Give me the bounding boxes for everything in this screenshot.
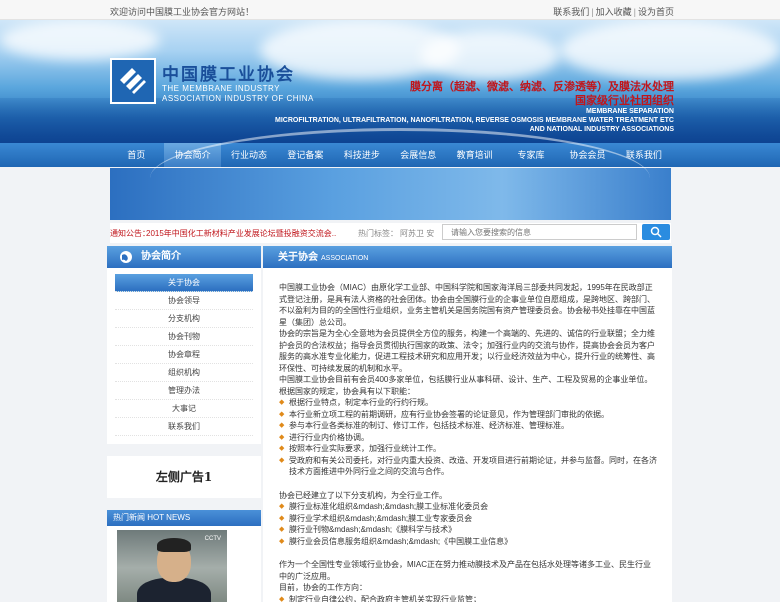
logo-title: 中国膜工业协会 bbox=[162, 65, 295, 85]
notice-label: 通知公告： bbox=[110, 229, 150, 238]
content-body: 中国膜工业协会（MIAC）由原化学工业部、中国科学院和国家海洋局三部委共同发起，… bbox=[263, 268, 672, 602]
list-item: 膜行业标准化组织&mdash;&mdash;膜工业标准化委员会 bbox=[279, 501, 658, 513]
set-homepage-link[interactable]: 设为首页 bbox=[638, 7, 674, 17]
paragraph: 目前，协会的工作方向： bbox=[279, 583, 367, 592]
sidebar-title: 协会简介 bbox=[141, 251, 181, 262]
paragraph: 协会的宗旨是为全心全意地为会员提供全方位的服务，构建一个高端的、先进的、诚信的行… bbox=[279, 329, 655, 373]
sidebar-menu: 关于协会 协会领导 分支机构 协会刊物 协会章程 组织机构 管理办法 大事记 联… bbox=[107, 268, 261, 444]
list-item: 根据行业特点，制定本行业的行约行规。 bbox=[279, 397, 658, 409]
logo-icon[interactable] bbox=[110, 58, 156, 104]
header-banner: 中国膜工业协会 THE MEMBRANE INDUSTRY ASSOCIATIO… bbox=[0, 20, 780, 143]
content-title: 关于协会 bbox=[278, 252, 318, 263]
logo-en-line2: ASSOCIATION INDUSTRY OF CHINA bbox=[162, 94, 314, 103]
welcome-text: 欢迎访问中国膜工业协会官方网站！ bbox=[110, 7, 255, 17]
sidebar-item-publications[interactable]: 协会刊物 bbox=[115, 328, 253, 346]
slogan-en-1: MEMBRANE SEPARATION bbox=[585, 108, 674, 115]
search-button[interactable] bbox=[642, 224, 670, 240]
sidebar-header: 协会简介 bbox=[107, 246, 261, 268]
list-item: 进行行业内价格协调。 bbox=[279, 432, 658, 444]
hot-news-header: 热门新闻 HOT NEWS bbox=[107, 510, 261, 526]
list-item: 膜行业刊物&mdash;&mdash;《膜科学与技术》 bbox=[279, 524, 658, 536]
logo-en-line1: THE MEMBRANE INDUSTRY bbox=[162, 84, 280, 93]
search-icon bbox=[650, 226, 662, 238]
paragraph: 作为一个全国性专业领域行业协会，MIAC正在努力推动膜技术及产品在包括水处理等诸… bbox=[279, 560, 651, 581]
top-links: 联系我们 | 加入收藏 | 设为首页 bbox=[553, 7, 674, 17]
contact-link[interactable]: 联系我们 bbox=[553, 7, 589, 17]
list-item: 本行业新立项工程的前期调研，应有行业协会签署的论证意见，作为管理部门审批的依据。 bbox=[279, 409, 658, 421]
paragraph: 中国膜工业协会（MIAC）由原化学工业部、中国科学院和国家海洋局三部委共同发起，… bbox=[279, 283, 655, 327]
hot-news-image[interactable]: CCTV bbox=[107, 526, 261, 602]
notice-search-bar: 通知公告： 2015年中国化工新材料产业发展论坛暨投融资交流会... 热门标签：… bbox=[110, 223, 671, 243]
sub-banner bbox=[110, 128, 671, 220]
sidebar-item-events[interactable]: 大事记 bbox=[115, 400, 253, 418]
hot-tags-label: 热门标签： bbox=[358, 229, 398, 238]
notice-link[interactable]: 2015年中国化工新材料产业发展论坛暨投融资交流会... bbox=[146, 228, 336, 239]
content-subtitle: ASSOCIATION bbox=[321, 255, 369, 262]
slogan-en-2: MICROFILTRATION, ULTRAFILTRATION, NANOFI… bbox=[275, 117, 674, 124]
search-input[interactable] bbox=[442, 224, 637, 240]
nav-home[interactable]: 首页 bbox=[108, 143, 164, 167]
sidebar-item-organization[interactable]: 组织机构 bbox=[115, 364, 253, 382]
left-ad[interactable]: 左侧广告1 bbox=[107, 456, 261, 498]
list-item: 按照本行业实际要求，加强行业统计工作。 bbox=[279, 443, 658, 455]
add-favorite-link[interactable]: 加入收藏 bbox=[596, 7, 632, 17]
hot-tags[interactable]: 阿苏卫 安 bbox=[400, 228, 434, 239]
paragraph: 协会已经建立了以下分支机构，为全行业工作。 bbox=[279, 490, 447, 500]
sidebar-item-regulations[interactable]: 管理办法 bbox=[115, 382, 253, 400]
list-item: 参与本行业各类标准的制订、修订工作，包括技术标准、经济标准、管理标准。 bbox=[279, 420, 658, 432]
slogan-cn-2: 国家级行业社团组织 bbox=[575, 94, 674, 107]
list-item: 膜行业学术组织&mdash;&mdash;膜工业专家委员会 bbox=[279, 513, 658, 525]
news-channel-tag: CCTV bbox=[204, 536, 221, 542]
sidebar-item-branches[interactable]: 分支机构 bbox=[115, 310, 253, 328]
slogan-en-3: AND NATIONAL INDUSTRY ASSOCIATIONS bbox=[529, 126, 674, 133]
left-column: 协会简介 关于协会 协会领导 分支机构 协会刊物 协会章程 组织机构 管理办法 … bbox=[107, 246, 261, 602]
sidebar-item-about[interactable]: 关于协会 bbox=[115, 274, 253, 292]
content-panel: 关于协会 ASSOCIATION 中国膜工业协会（MIAC）由原化学工业部、中国科… bbox=[263, 246, 672, 602]
sidebar-item-charter[interactable]: 协会章程 bbox=[115, 346, 253, 364]
top-bar: 欢迎访问中国膜工业协会官方网站！ 联系我们 | 加入收藏 | 设为首页 bbox=[0, 0, 780, 20]
list-item: 膜行业会员信息服务组织&mdash;&mdash;《中国膜工业信息》 bbox=[279, 536, 658, 548]
list-item: 制定行业自律公约，配合政府主管机关实现行业监管； bbox=[279, 594, 658, 602]
sidebar-item-contact[interactable]: 联系我们 bbox=[115, 418, 253, 436]
content-header: 关于协会 ASSOCIATION bbox=[263, 246, 672, 268]
list-item: 受政府和有关公司委托，对行业内重大投资、改造、开发项目进行前期论证，并参与监督。… bbox=[279, 455, 658, 478]
globe-icon bbox=[120, 251, 132, 263]
sidebar-item-leaders[interactable]: 协会领导 bbox=[115, 292, 253, 310]
paragraph: 中国膜工业协会目前有会员400多家单位，包括膜行业从事科研、设计、生产、工程及贸… bbox=[279, 375, 653, 396]
